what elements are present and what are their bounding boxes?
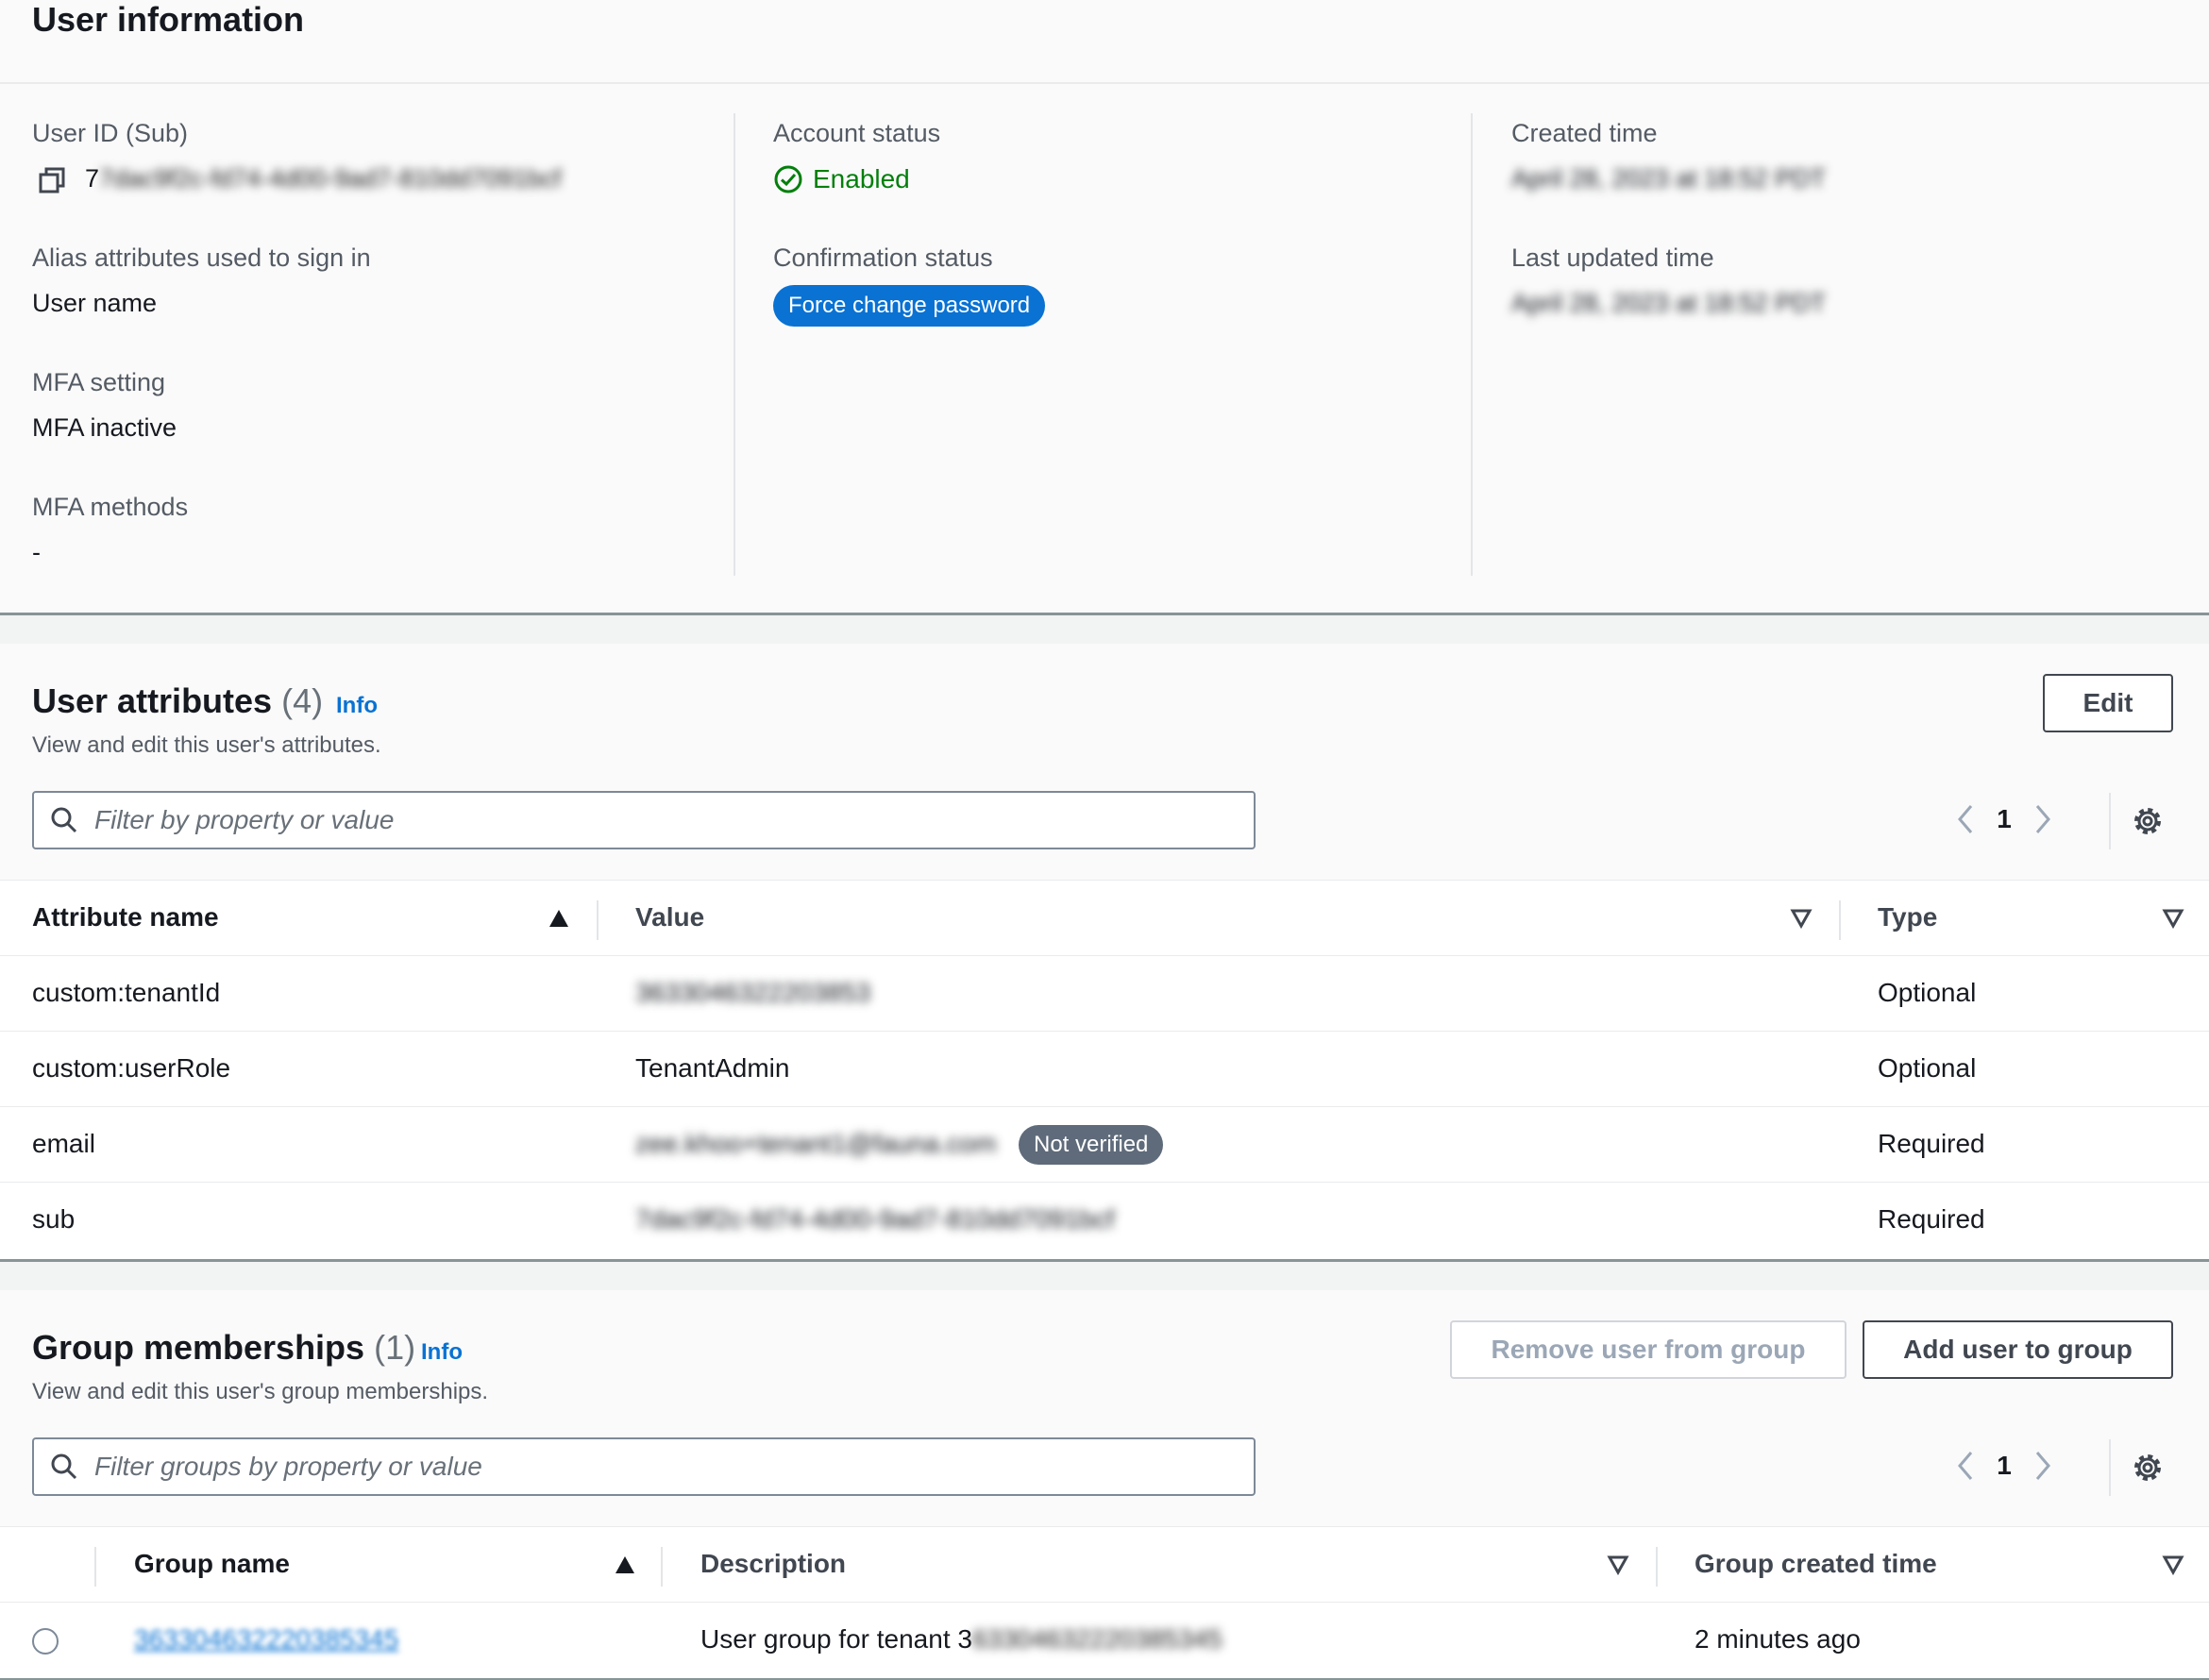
attribute-type-cell: Optional: [1878, 978, 1977, 1007]
attribute-value-cell: zee.khoo+tenant1@fauna.com: [635, 1129, 997, 1158]
user-attributes-description: View and edit this user's attributes.: [32, 732, 381, 758]
attributes-page-number[interactable]: 1: [1981, 804, 2028, 834]
chevron-left-icon[interactable]: [1950, 800, 1981, 838]
attribute-value-cell: TenantAdmin: [635, 1053, 790, 1083]
mfa-setting-label: MFA setting: [32, 368, 166, 396]
section-gap: [0, 615, 2209, 644]
column-divider: [734, 113, 735, 576]
sort-icon[interactable]: [1607, 1554, 1629, 1575]
account-status-value: Enabled: [773, 164, 910, 194]
user-id-prefix: 7: [85, 164, 100, 193]
attributes-table: Attribute name Value Type custom:tenantI…: [0, 880, 2209, 1259]
column-header-group-created-time[interactable]: Group created time: [1695, 1549, 1937, 1579]
attribute-type-cell: Required: [1878, 1129, 1985, 1158]
group-memberships-description: View and edit this user's group membersh…: [32, 1379, 489, 1404]
column-header-value[interactable]: Value: [635, 902, 704, 932]
confirmation-status-label: Confirmation status: [773, 244, 993, 272]
add-user-to-group-button[interactable]: Add user to group: [1863, 1320, 2173, 1379]
user-id-blurred: 7dac9f2c-fd74-4d00-9ad7-810dd7091bcf: [99, 164, 562, 193]
group-description-text: User group for tenant 3: [700, 1624, 972, 1654]
created-time-value: April 28, 2023 at 18:52 PDT: [1511, 164, 1827, 193]
groups-table: Group name Description Group created tim…: [0, 1526, 2209, 1680]
groups-filter: [32, 1437, 1256, 1496]
account-status-text: Enabled: [813, 164, 910, 193]
search-icon: [51, 807, 77, 833]
chevron-left-icon[interactable]: [1950, 1447, 1981, 1485]
last-updated-value: April 28, 2023 at 18:52 PDT: [1511, 289, 1827, 317]
user-attributes-count: (4): [281, 681, 324, 720]
attribute-type-cell: Optional: [1878, 1053, 1977, 1083]
pagination-divider: [2109, 793, 2111, 849]
user-information-panel: User information User ID (Sub) 77dac9f2c…: [0, 0, 2209, 613]
column-header-group-name[interactable]: Group name: [134, 1549, 290, 1579]
sort-ascending-icon[interactable]: [614, 1554, 636, 1575]
attribute-name-cell: sub: [32, 1204, 76, 1234]
attributes-filter-input[interactable]: [93, 804, 1210, 836]
user-id-label: User ID (Sub): [32, 119, 189, 147]
divider: [0, 82, 2209, 84]
mfa-methods-label: MFA methods: [32, 493, 189, 521]
group-memberships-title-text: Group memberships: [32, 1328, 365, 1367]
edit-button[interactable]: Edit: [2043, 674, 2173, 732]
sort-icon[interactable]: [2162, 908, 2184, 929]
column-header-attribute-name[interactable]: Attribute name: [32, 902, 219, 932]
column-header-description[interactable]: Description: [700, 1549, 846, 1579]
user-attributes-title: User attributes (4): [32, 681, 323, 721]
group-description-blurred: 63304632220385345: [971, 1624, 1223, 1654]
created-time-label: Created time: [1511, 119, 1658, 147]
user-information-title: User information: [32, 0, 305, 39]
chevron-right-icon[interactable]: [2028, 800, 2058, 838]
sort-ascending-icon[interactable]: [548, 908, 570, 929]
alias-label: Alias attributes used to sign in: [32, 244, 371, 272]
attribute-name-cell: custom:tenantId: [32, 978, 221, 1007]
user-id-value: 77dac9f2c-fd74-4d00-9ad7-810dd7091bcf: [85, 164, 561, 193]
mfa-methods-value: -: [32, 538, 41, 566]
account-status-label: Account status: [773, 119, 941, 147]
mfa-setting-value: MFA inactive: [32, 413, 177, 442]
user-attributes-title-text: User attributes: [32, 681, 273, 720]
groups-pagination: 1: [1950, 1447, 2058, 1485]
group-memberships-header: Group memberships (1) Info View and edit…: [0, 1290, 2209, 1526]
attribute-name-cell: custom:userRole: [32, 1053, 231, 1083]
confirmation-status-badge: Force change password: [773, 285, 1046, 327]
groups-page-number[interactable]: 1: [1981, 1451, 2028, 1481]
group-select-radio[interactable]: [32, 1628, 59, 1655]
attribute-type-cell: Required: [1878, 1204, 1985, 1234]
section-gap: [0, 1262, 2209, 1290]
copy-icon[interactable]: [38, 166, 66, 199]
gear-icon[interactable]: [2131, 1451, 2165, 1489]
pagination-divider: [2109, 1439, 2111, 1496]
attribute-name-cell: email: [32, 1129, 95, 1158]
column-header-type[interactable]: Type: [1878, 902, 1937, 932]
attribute-value-cell: 7dac9f2c-fd74-4d00-9ad7-810dd7091bcf: [635, 1204, 1115, 1234]
sort-icon[interactable]: [2162, 1554, 2184, 1575]
group-name-link[interactable]: 363304632220385345: [134, 1624, 398, 1655]
last-updated-label: Last updated time: [1511, 244, 1714, 272]
group-memberships-info-link[interactable]: Info: [421, 1339, 463, 1366]
chevron-right-icon[interactable]: [2028, 1447, 2058, 1485]
groups-filter-input[interactable]: [93, 1451, 1210, 1483]
search-icon: [51, 1453, 77, 1480]
check-circle-icon: [774, 165, 802, 193]
group-created-time-cell: 2 minutes ago: [1695, 1624, 1861, 1654]
column-divider: [1471, 113, 1473, 576]
not-verified-badge: Not verified: [1019, 1125, 1164, 1165]
alias-value: User name: [32, 289, 158, 317]
gear-icon[interactable]: [2131, 804, 2165, 843]
attributes-filter: [32, 791, 1256, 849]
user-attributes-info-link[interactable]: Info: [336, 693, 378, 719]
user-attributes-header: User attributes (4) Info View and edit t…: [0, 644, 2209, 880]
group-memberships-title: Group memberships (1): [32, 1328, 415, 1368]
attribute-value-cell: 3633046322203853: [635, 978, 871, 1007]
attributes-pagination: 1: [1950, 800, 2058, 838]
sort-icon[interactable]: [1790, 908, 1813, 929]
group-description-cell: User group for tenant 363304632220385345: [700, 1624, 1223, 1655]
remove-user-from-group-button[interactable]: Remove user from group: [1450, 1320, 1846, 1379]
group-memberships-count: (1): [374, 1328, 416, 1367]
